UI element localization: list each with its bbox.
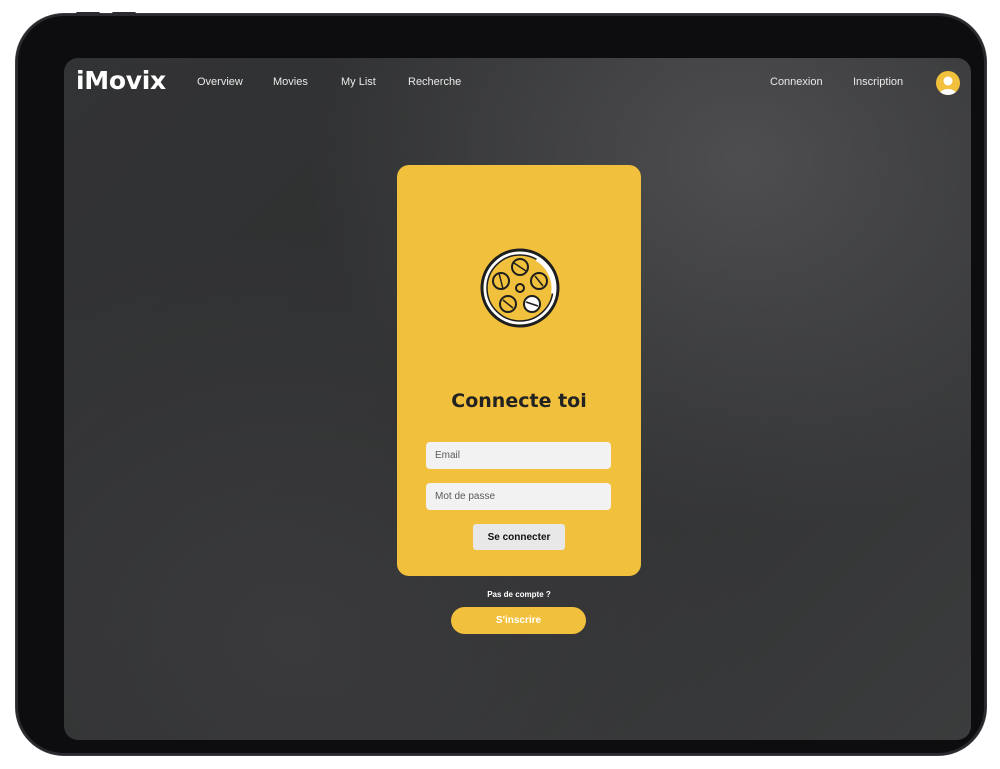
user-avatar-icon[interactable] <box>936 71 960 95</box>
top-button <box>76 12 100 15</box>
signup-button[interactable]: S'inscrire <box>451 607 586 634</box>
top-button-2 <box>112 12 136 15</box>
top-navbar: iMovix Overview Movies My List Recherche… <box>64 58 971 108</box>
no-account-text: Pas de compte ? <box>487 590 551 599</box>
screen: iMovix Overview Movies My List Recherche… <box>64 58 971 740</box>
password-field[interactable] <box>426 483 611 510</box>
nav-link-movies[interactable]: Movies <box>273 76 308 88</box>
login-title: Connecte toi <box>451 390 587 412</box>
tablet-frame: iMovix Overview Movies My List Recherche… <box>16 12 986 755</box>
nav-link-my-list[interactable]: My List <box>341 76 376 88</box>
app-logo[interactable]: iMovix <box>76 66 166 95</box>
film-reel-icon <box>477 245 563 331</box>
nav-link-recherche[interactable]: Recherche <box>408 76 461 88</box>
nav-link-inscription[interactable]: Inscription <box>853 76 903 88</box>
nav-link-connexion[interactable]: Connexion <box>770 76 823 88</box>
login-button[interactable]: Se connecter <box>473 524 565 550</box>
email-field[interactable] <box>426 442 611 469</box>
login-card: Connecte toi Se connecter <box>397 165 641 576</box>
nav-link-overview[interactable]: Overview <box>197 76 243 88</box>
